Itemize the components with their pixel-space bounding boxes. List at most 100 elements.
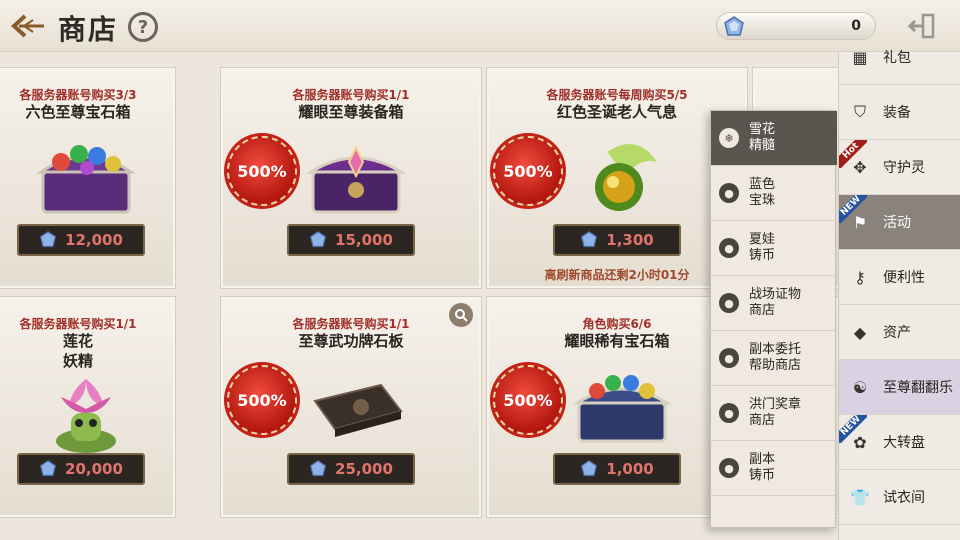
purchase-limit: 各服务器账号购买3/3 — [19, 88, 137, 102]
blue-gem-icon — [39, 231, 57, 248]
product-card[interactable]: 各服务器账号每周购买5/5 红色圣诞老人气息 500% 1,300 离刷新商品还… — [486, 67, 748, 289]
sidebar-item-label: 至尊翻翻乐 — [883, 380, 953, 396]
submenu-item-blue-orb[interactable]: ● 蓝色 宝珠 — [711, 166, 837, 221]
coin-icon: ❄ — [719, 128, 739, 148]
price-amount: 15,000 — [335, 231, 393, 249]
sidebar-item-convenience[interactable]: ⚷ 便利性 — [839, 250, 960, 305]
purchase-limit: 各服务器账号购买1/1 — [19, 317, 137, 331]
gift-icon: ▦ — [852, 47, 868, 67]
price-amount: 12,000 — [65, 231, 123, 249]
sidebar-item-event[interactable]: NEW ⚑ 活动 — [839, 195, 960, 250]
product-name: 莲花 妖精 — [62, 332, 93, 370]
blue-gem-icon — [309, 460, 327, 477]
stone-tablet-icon — [313, 383, 403, 437]
purchase-limit: 角色购买6/6 — [582, 317, 652, 331]
submenu-item-label: 战场证物 商店 — [749, 287, 802, 318]
sidebar-item-gift[interactable]: ▦ 礼包 — [839, 30, 960, 85]
help-icon[interactable]: ? — [128, 12, 158, 42]
sidebar-item-assets[interactable]: ◆ 资产 — [839, 305, 960, 360]
coin-icon: ● — [719, 238, 739, 258]
submenu-item-snow-essence[interactable]: ❄ 雪花 精髓 — [711, 111, 837, 166]
new-ribbon: NEW — [839, 415, 867, 443]
treasure-chest-icon — [36, 145, 136, 214]
product-name: 耀眼稀有宝石箱 — [564, 332, 670, 350]
price-amount: 1,300 — [606, 231, 654, 249]
submenu-item-hongmen-shop[interactable]: ● 洪门奖章 商店 — [711, 386, 837, 441]
submenu-item-dungeon-help-shop[interactable]: ● 副本委托 帮助商店 — [711, 331, 837, 386]
equipment-chest-icon — [305, 145, 407, 214]
price-button[interactable]: 15,000 — [287, 224, 415, 256]
price-button[interactable]: 1,300 — [553, 224, 681, 256]
price-button[interactable]: 25,000 — [287, 453, 415, 485]
submenu-item-dungeon-coin[interactable]: ● 副本 铸币 — [711, 441, 837, 496]
product-card[interactable]: 各服务器账号购买3/3 六色至尊宝石箱 12,000 — [0, 67, 176, 289]
category-sidebar: ▦ 礼包 ⛉ 装备 Hot ✥ 守护灵 NEW ⚑ 活动 ⚷ 便利性 ◆ 资产 … — [838, 48, 960, 540]
coin-icon: ● — [719, 293, 739, 313]
purchase-limit: 各服务器账号每周购买5/5 — [546, 88, 688, 102]
product-card[interactable]: 各服务器账号购买1/1 莲花 妖精 20,000 — [0, 296, 176, 518]
product-name: 红色圣诞老人气息 — [556, 103, 677, 121]
key-icon: ⚷ — [854, 267, 866, 287]
sidebar-item-label: 资产 — [883, 325, 911, 341]
price-button[interactable]: 12,000 — [17, 224, 145, 256]
page-title: 商店 — [58, 13, 119, 46]
price-amount: 25,000 — [335, 460, 393, 478]
submenu-item-label: 副本 铸币 — [749, 452, 776, 483]
sidebar-item-label: 礼包 — [883, 50, 911, 66]
blue-gem-icon — [581, 231, 598, 248]
submenu-item-label: 夏娃 铸币 — [749, 232, 776, 263]
sidebar-item-label: 活动 — [883, 215, 911, 231]
price-button[interactable]: 1,000 — [553, 453, 681, 485]
sidebar-item-label: 装备 — [883, 105, 911, 121]
price-amount: 20,000 — [65, 460, 123, 478]
armor-icon: ⛉ — [853, 102, 866, 121]
blue-gem-icon — [309, 231, 327, 248]
product-card[interactable]: 各服务器账号购买1/1 耀眼至尊装备箱 500% 15,000 — [220, 67, 482, 289]
top-bar: 商店 ? 0 — [0, 0, 960, 52]
blue-gem-icon — [581, 460, 598, 477]
product-name: 耀眼至尊装备箱 — [298, 103, 404, 121]
submenu-item-label: 副本委托 帮助商店 — [749, 342, 802, 373]
submenu-item-label: 蓝色 宝珠 — [749, 177, 776, 208]
mask-icon: ☯ — [852, 377, 868, 397]
product-card[interactable]: 各服务器账号购买1/1 至尊武功牌石板 500% 25,000 — [220, 296, 482, 518]
sidebar-item-label: 便利性 — [883, 270, 925, 286]
gem-chest-icon — [571, 375, 673, 443]
bonus-badge: 500% — [493, 136, 563, 206]
coin-icon: ● — [719, 348, 739, 368]
sidebar-item-guardian[interactable]: Hot ✥ 守护灵 — [839, 140, 960, 195]
lotus-fairy-icon — [56, 379, 116, 453]
product-card[interactable]: 角色购买6/6 耀眼稀有宝石箱 500% 1,000 — [486, 296, 748, 518]
hot-ribbon: Hot — [839, 140, 867, 168]
coin-icon: ● — [719, 458, 739, 478]
back-arrow-icon[interactable] — [8, 10, 48, 42]
sidebar-item-label: 守护灵 — [883, 160, 925, 176]
bonus-badge: 500% — [227, 136, 297, 206]
blue-gem-icon — [724, 16, 744, 36]
product-name: 六色至尊宝石箱 — [25, 103, 131, 121]
submenu-item-label: 洪门奖章 商店 — [749, 397, 802, 428]
coin-icon: ● — [719, 183, 739, 203]
sidebar-item-label: 大转盘 — [883, 435, 925, 451]
submenu-item-label: 雪花 精髓 — [749, 122, 776, 153]
shirt-icon: 👕 — [850, 487, 870, 507]
bonus-badge: 500% — [493, 365, 563, 435]
price-button[interactable]: 20,000 — [17, 453, 145, 485]
bonus-badge: 500% — [227, 365, 297, 435]
purchase-limit: 各服务器账号购买1/1 — [292, 317, 410, 331]
sidebar-item-equipment[interactable]: ⛉ 装备 — [839, 85, 960, 140]
coin-icon: ● — [719, 403, 739, 423]
new-ribbon: NEW — [839, 195, 867, 223]
product-name: 至尊武功牌石板 — [298, 332, 404, 350]
sidebar-item-fitting-room[interactable]: 👕 试衣间 — [839, 470, 960, 525]
crystal-icon: ◆ — [853, 322, 867, 342]
submenu-item-battlefield-shop[interactable]: ● 战场证物 商店 — [711, 276, 837, 331]
sidebar-item-wheel[interactable]: NEW ✿ 大转盘 — [839, 415, 960, 470]
purchase-limit: 各服务器账号购买1/1 — [292, 88, 410, 102]
blue-gem-icon — [39, 460, 57, 477]
refresh-timer: 离刷新商品还剩2小时01分 — [544, 268, 690, 282]
submenu-item-eve-coin[interactable]: ● 夏娃 铸币 — [711, 221, 837, 276]
glowing-orb-icon — [595, 144, 657, 211]
sidebar-item-flip[interactable]: ☯ 至尊翻翻乐 — [839, 360, 960, 415]
event-submenu: ❄ 雪花 精髓 ● 蓝色 宝珠 ● 夏娃 铸币 ● 战场证物 商店 ● 副本委托… — [710, 110, 837, 528]
